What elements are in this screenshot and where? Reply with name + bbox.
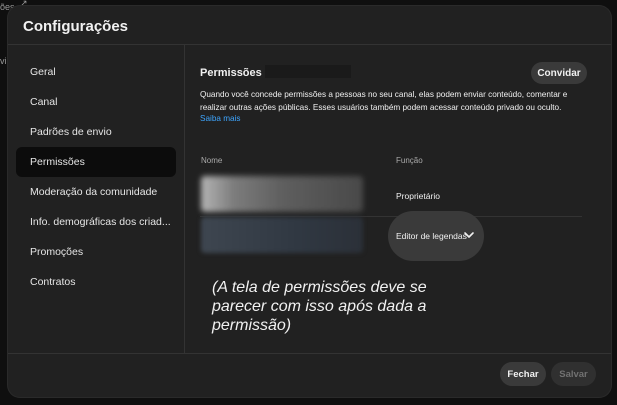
sidebar-item-moderacao[interactable]: Moderação da comunidade: [16, 177, 176, 207]
annotation-note: (A tela de permissões deve se parecer co…: [212, 279, 427, 334]
sidebar-item-contratos[interactable]: Contratos: [16, 267, 176, 297]
role-dropdown[interactable]: Editor de legendas: [388, 211, 484, 261]
redacted-channel-name: [265, 65, 351, 78]
save-button[interactable]: Salvar: [551, 362, 596, 386]
invite-button[interactable]: Convidar: [531, 62, 587, 84]
dialog-header: Configurações: [8, 6, 611, 45]
redacted-user-owner: [201, 176, 363, 212]
sidebar-item-permissoes[interactable]: Permissões: [16, 147, 176, 177]
role-owner: Proprietário: [396, 191, 440, 201]
sidebar-item-promocoes[interactable]: Promoções: [16, 237, 176, 267]
column-role-header: Função: [396, 156, 423, 165]
permissions-description: Quando você concede permissões a pessoas…: [200, 90, 568, 112]
sidebar-item-geral[interactable]: Geral: [16, 57, 176, 87]
column-name-header: Nome: [201, 156, 223, 165]
sidebar-item-info-demograficas[interactable]: Info. demográficas dos criad...: [16, 207, 176, 237]
role-editor: Editor de legendas: [396, 231, 467, 241]
settings-sidebar: Geral Canal Padrões de envio Permissões …: [8, 45, 185, 353]
dialog-footer: Fechar Salvar: [8, 353, 611, 397]
sidebar-item-padroes-envio[interactable]: Padrões de envio: [16, 117, 176, 147]
redacted-user-editor: [201, 217, 363, 253]
permissions-panel: Permissões de Convidar Quando você conce…: [185, 45, 611, 353]
close-button[interactable]: Fechar: [500, 362, 546, 386]
dialog-title: Configurações: [23, 18, 129, 35]
sidebar-item-canal[interactable]: Canal: [16, 87, 176, 117]
backdrop-text-2: vi: [0, 56, 7, 66]
learn-more-link[interactable]: Saiba mais: [200, 114, 241, 123]
settings-dialog: Configurações Geral Canal Padrões de env…: [8, 6, 611, 397]
chevron-down-icon: [464, 232, 474, 238]
